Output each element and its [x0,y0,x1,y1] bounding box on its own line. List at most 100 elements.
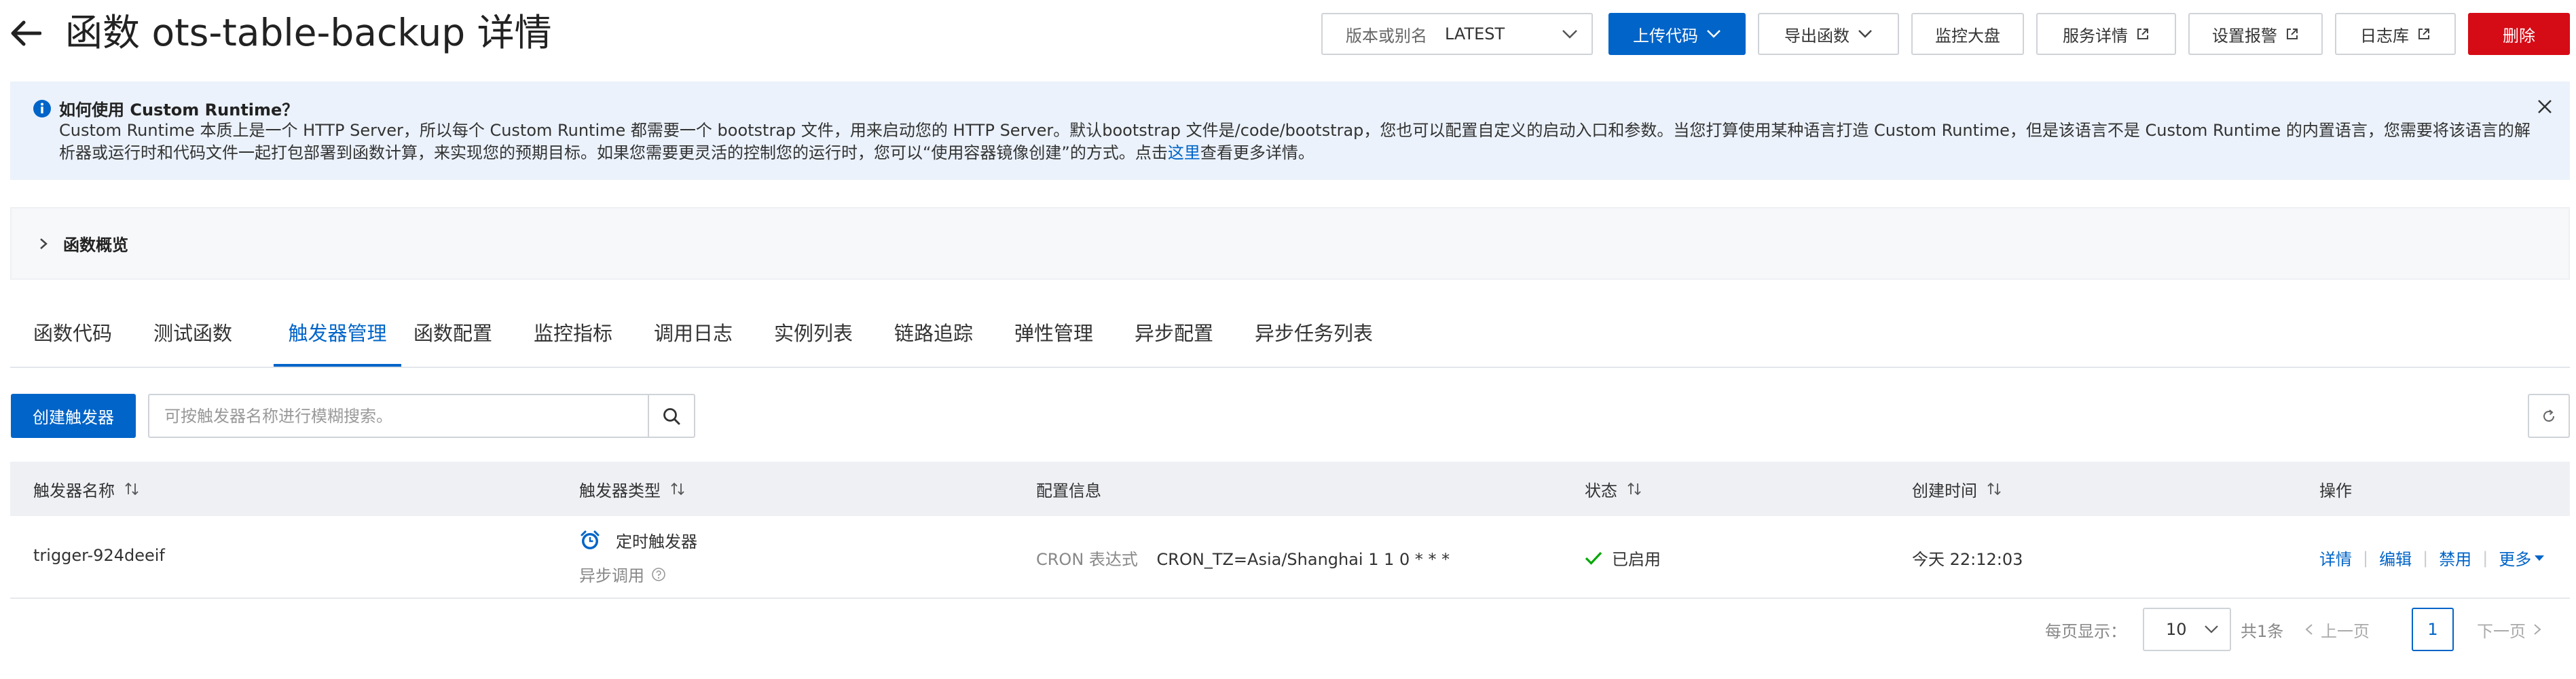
trigger-name: trigger-924deeif [33,546,165,565]
col-actions: 操作 [2319,462,2352,516]
sort-icon[interactable] [1627,481,1642,496]
prev-page-button[interactable]: 上一页 [2304,608,2370,651]
search-button[interactable] [648,395,694,437]
upload-code-button[interactable]: 上传代码 [1608,13,1746,55]
page-size-value: 10 [2166,620,2187,639]
version-select[interactable]: 版本或别名 LATEST [1321,13,1593,55]
help-icon[interactable] [651,567,666,582]
caret-down-icon [2535,555,2545,561]
notice-title: 如何使用 Custom Runtime？ [59,100,299,120]
trigger-type: 定时触发器 [616,532,697,551]
refresh-icon [2543,409,2555,422]
next-page-button[interactable]: 下一页 [2477,608,2542,651]
tab-function-config[interactable]: 函数配置 [413,299,492,365]
tab-trigger-management[interactable]: 触发器管理 [274,299,401,367]
logstore-label: 日志库 [2360,26,2409,45]
version-label: 版本或别名 [1346,26,1427,45]
export-function-button[interactable]: 导出函数 [1758,13,1899,55]
back-button[interactable] [5,10,46,57]
col-trigger-type: 触发器类型 [579,462,685,516]
custom-runtime-notice: 如何使用 Custom Runtime？ Custom Runtime 本质上是… [10,81,2570,180]
actions-cell: 详情 | 编辑 | 禁用 | 更多 [2319,546,2545,570]
logstore-button[interactable]: 日志库 [2335,13,2456,55]
alarm-clock-icon [581,530,600,549]
chevron-right-icon [40,238,48,249]
tab-tracing[interactable]: 链路追踪 [894,299,973,365]
sort-icon[interactable] [1987,481,2002,496]
info-icon [33,100,51,117]
upload-code-label: 上传代码 [1633,26,1698,45]
action-divider: | [2363,548,2369,568]
chevron-down-icon [1562,30,1577,39]
monitor-dashboard-button[interactable]: 监控大盘 [1911,13,2024,55]
notice-here-link[interactable]: 这里 [1168,143,1200,162]
external-link-icon [2287,29,2298,39]
sort-icon[interactable] [124,481,139,496]
sort-icon[interactable] [670,481,685,496]
next-page-label: 下一页 [2477,621,2526,641]
chevron-right-icon [2534,624,2541,635]
col-trigger-name-label: 触发器名称 [33,481,115,500]
chevron-down-icon [2205,625,2218,634]
prev-page-label: 上一页 [2321,621,2370,641]
invoke-mode: 异步调用 [579,562,666,586]
config-label: CRON 表达式 [1036,550,1138,569]
tab-instance-list[interactable]: 实例列表 [774,299,853,365]
action-divider: | [2482,548,2488,568]
tab-function-code[interactable]: 函数代码 [33,299,112,365]
page-size-label: 每页显示： [2045,621,2127,641]
trigger-type-cell: 定时触发器 [579,528,697,552]
page-size-select[interactable]: 10 [2143,608,2231,651]
export-function-label: 导出函数 [1784,26,1850,45]
function-overview-panel[interactable]: 函数概览 [10,207,2570,280]
col-created-time: 创建时间 [1912,462,2002,516]
refresh-button[interactable] [2528,394,2570,438]
tab-monitoring-metrics[interactable]: 监控指标 [534,299,612,365]
set-alert-label: 设置报警 [2212,26,2277,45]
config-value: CRON_TZ=Asia/Shanghai 1 1 0 * * * [1156,550,1450,569]
service-detail-button[interactable]: 服务详情 [2036,13,2176,55]
tab-async-config[interactable]: 异步配置 [1135,299,1213,365]
external-link-icon [2418,29,2429,39]
notice-text: Custom Runtime 本质上是一个 HTTP Server，所以每个 C… [59,120,2531,164]
tab-async-task-list[interactable]: 异步任务列表 [1255,299,1373,365]
chevron-down-icon [1858,30,1872,38]
delete-label: 删除 [2503,26,2535,45]
version-value: LATEST [1445,24,1505,43]
col-status-label: 状态 [1585,481,1617,500]
col-config: 配置信息 [1036,462,1101,516]
col-trigger-name: 触发器名称 [33,462,139,516]
detail-tabs: 函数代码 测试函数 触发器管理 函数配置 监控指标 调用日志 实例列表 链路追踪… [10,299,2570,368]
total-count: 共1条 [2241,621,2284,641]
col-actions-label: 操作 [2319,481,2352,500]
edit-link[interactable]: 编辑 [2379,546,2412,570]
disable-link[interactable]: 禁用 [2439,546,2471,570]
create-trigger-button[interactable]: 创建触发器 [11,394,136,438]
col-config-label: 配置信息 [1036,481,1101,500]
config-cell: CRON 表达式 CRON_TZ=Asia/Shanghai 1 1 0 * *… [1036,546,1450,570]
check-icon [1585,551,1602,565]
trigger-table-header: 触发器名称 触发器类型 配置信息 状态 创建时间 操作 [10,462,2570,516]
tab-elastic-management[interactable]: 弹性管理 [1014,299,1093,365]
tab-test-function[interactable]: 测试函数 [153,299,232,365]
search-icon [663,407,680,424]
col-created-time-label: 创建时间 [1912,481,1977,500]
more-dropdown[interactable]: 更多 [2499,546,2545,570]
detail-link[interactable]: 详情 [2319,546,2352,570]
invoke-mode-label: 异步调用 [579,566,644,585]
delete-button[interactable]: 删除 [2468,13,2570,55]
close-icon[interactable] [2536,98,2554,115]
tab-invocation-logs[interactable]: 调用日志 [654,299,733,365]
trigger-search [148,394,695,438]
arrow-left-icon [11,20,41,46]
external-link-icon [2137,29,2148,39]
status-cell: 已启用 [1585,546,1661,570]
col-trigger-type-label: 触发器类型 [579,481,661,500]
created-time: 今天 22:12:03 [1912,550,2023,569]
trigger-search-input[interactable] [149,395,648,437]
page-title: 函数 ots-table-backup 详情 [65,11,552,54]
page-number-current[interactable]: 1 [2412,608,2454,651]
more-label: 更多 [2499,550,2532,569]
set-alert-button[interactable]: 设置报警 [2188,13,2323,55]
function-overview-title: 函数概览 [63,236,128,255]
